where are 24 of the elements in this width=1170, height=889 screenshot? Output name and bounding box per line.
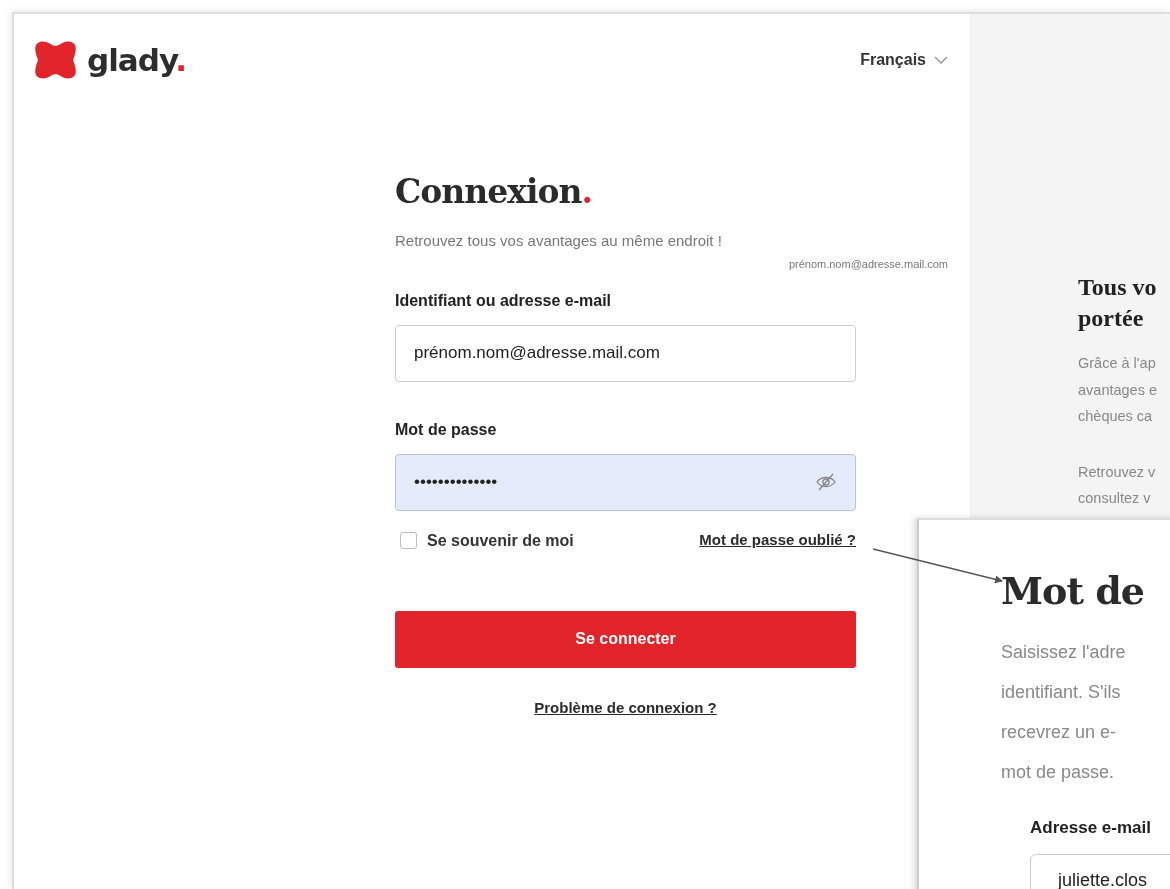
remember-label[interactable]: Se souvenir de moi	[427, 528, 574, 553]
eye-slash-icon[interactable]	[815, 473, 837, 492]
login-subtitle: Retrouvez tous vos avantages au même endroit !	[395, 230, 723, 251]
language-selector[interactable]: Français	[860, 48, 948, 72]
logo-icon	[34, 40, 77, 80]
field-label: Mot de passe	[395, 419, 498, 440]
promo-paragraph: Grâce à l'ap avantages e chèques ca	[1078, 354, 1158, 426]
email-label: Adresse e-mail	[1030, 816, 1152, 839]
email-field[interactable]: juliette.clos	[1030, 854, 1170, 889]
login-problem-link[interactable]: Problème de connexion ?	[534, 698, 717, 716]
login-heading: Connexion.	[395, 172, 593, 212]
remember-checkbox[interactable]	[400, 532, 417, 550]
chevron-down-icon	[934, 56, 948, 64]
promo-heading: Tous vo portée	[1078, 273, 1158, 333]
login-button[interactable]: Se connecter	[395, 610, 856, 668]
email-field[interactable]: prénom.nom@adresse.mail.com	[395, 324, 856, 382]
forgot-password-link[interactable]: Mot de passe oublié ?	[699, 529, 856, 552]
promo-paragraph: Retrouvez v consultez v	[1078, 462, 1157, 508]
password-field[interactable]: ••••••••••••••	[395, 453, 856, 511]
autofill-hint: prénom.nom@adresse.mail.com	[787, 257, 948, 273]
logo-wordmark: glady.	[87, 44, 187, 76]
reset-heading: Mot de	[1001, 568, 1145, 614]
field-label: Identifiant ou adresse e-mail	[395, 290, 613, 311]
reset-description: Saisissez l'adre identifiant. S'ils recevrez un e- mot de passe.	[1001, 640, 1127, 784]
